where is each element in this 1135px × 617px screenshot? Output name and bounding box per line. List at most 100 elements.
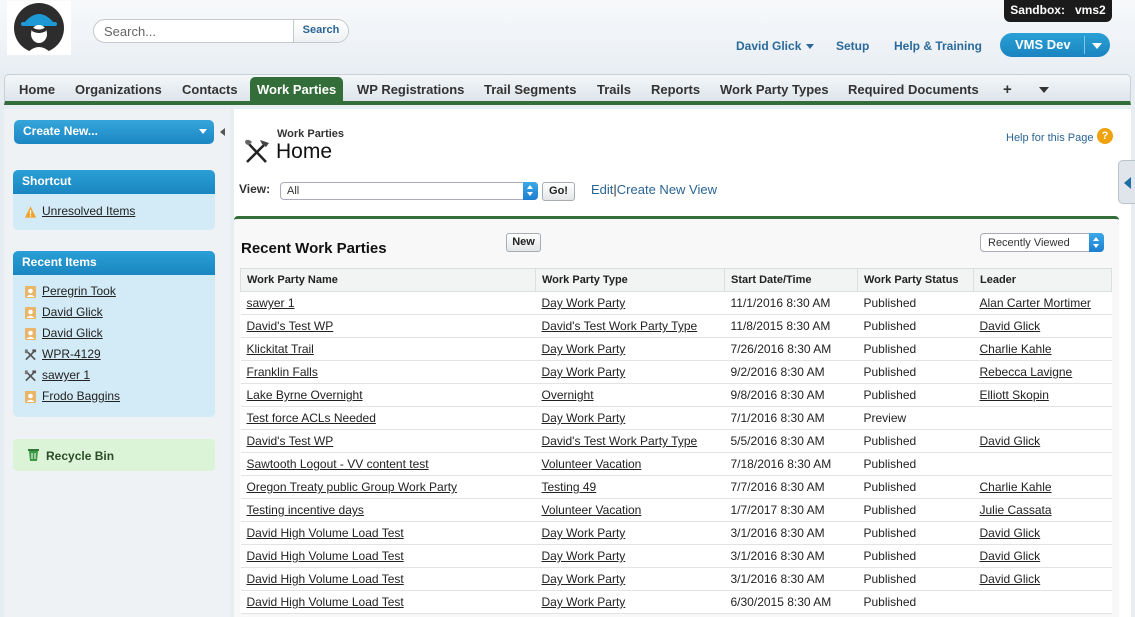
recent-item-link[interactable]: WPR-4129: [42, 347, 101, 361]
help-question-icon[interactable]: ?: [1097, 128, 1113, 144]
column-header[interactable]: Work Party Status: [857, 268, 974, 292]
work-party-link[interactable]: David High Volume Load Test: [247, 595, 404, 609]
recent-item-link[interactable]: sawyer 1: [42, 368, 90, 382]
table-cell: Day Work Party: [535, 590, 725, 614]
tab-reports[interactable]: Reports: [651, 75, 700, 102]
work-party-type-link[interactable]: Overnight: [542, 388, 594, 402]
table-cell: David High Volume Load Test: [240, 521, 536, 545]
table-cell: 6/30/2015 8:30 AM: [724, 590, 858, 614]
recycle-bin[interactable]: Recycle Bin: [13, 439, 215, 471]
column-header[interactable]: Leader: [973, 268, 1112, 292]
collapse-sidebar-icon[interactable]: [220, 128, 225, 136]
leader-link[interactable]: Rebecca Lavigne: [980, 365, 1073, 379]
leader-link[interactable]: Charlie Kahle: [980, 342, 1052, 356]
start-date-value: 5/5/2016 8:30 AM: [730, 434, 825, 448]
table-cell: Testing 49: [535, 475, 725, 499]
tab-organizations[interactable]: Organizations: [75, 75, 162, 102]
user-menu[interactable]: David Glick: [736, 39, 815, 53]
table-cell: David High Volume Load Test: [240, 590, 536, 614]
recent-item-link[interactable]: David Glick: [42, 326, 103, 340]
leader-link[interactable]: David Glick: [980, 572, 1041, 586]
sort-select[interactable]: Recently Viewed: [980, 233, 1104, 252]
leader-link[interactable]: Julie Cassata: [980, 503, 1052, 517]
work-party-link[interactable]: David High Volume Load Test: [247, 549, 404, 563]
select-arrows-icon: [1089, 233, 1104, 252]
recent-item-link[interactable]: Peregrin Took: [42, 284, 116, 298]
tab-required-documents[interactable]: Required Documents: [848, 75, 979, 102]
view-select[interactable]: All: [280, 182, 538, 200]
tab-trails[interactable]: Trails: [597, 75, 631, 102]
table-cell: Day Work Party: [535, 544, 725, 568]
work-party-type-link[interactable]: Day Work Party: [542, 411, 626, 425]
tab-work-parties[interactable]: Work Parties: [250, 77, 344, 103]
leader-link[interactable]: Alan Carter Mortimer: [980, 296, 1091, 310]
work-party-link[interactable]: Franklin Falls: [247, 365, 318, 379]
table-cell: Published: [857, 360, 974, 384]
header: Search Sandbox: vms2 David Glick Setup H…: [0, 0, 1135, 74]
table-cell: 9/2/2016 8:30 AM: [724, 360, 858, 384]
search-input[interactable]: [94, 20, 294, 42]
work-party-link[interactable]: Testing incentive days: [247, 503, 364, 517]
work-party-link[interactable]: Lake Byrne Overnight: [247, 388, 363, 402]
recent-items-title: Recent Items: [13, 251, 215, 275]
more-tabs-chevron-icon[interactable]: [1039, 87, 1049, 93]
column-header[interactable]: Work Party Type: [535, 268, 725, 292]
work-party-link[interactable]: David's Test WP: [247, 319, 334, 333]
work-party-link[interactable]: Klickitat Trail: [247, 342, 314, 356]
work-party-type-link[interactable]: Day Work Party: [542, 365, 626, 379]
table-cell: Franklin Falls: [240, 360, 536, 384]
unresolved-items-link[interactable]: Unresolved Items: [42, 204, 135, 218]
tab-contacts[interactable]: Contacts: [182, 75, 238, 102]
recent-item-link[interactable]: Frodo Baggins: [42, 389, 120, 403]
help-for-page-link[interactable]: Help for this Page: [1006, 132, 1093, 144]
work-party-type-link[interactable]: Day Work Party: [542, 342, 626, 356]
column-header[interactable]: Work Party Name: [240, 268, 536, 292]
work-party-type-link[interactable]: Day Work Party: [542, 526, 626, 540]
tab-home[interactable]: Home: [19, 75, 55, 102]
leader-link[interactable]: David Glick: [980, 434, 1041, 448]
tab-trail-segments[interactable]: Trail Segments: [484, 75, 576, 102]
work-party-type-link[interactable]: Day Work Party: [542, 572, 626, 586]
leader-link[interactable]: David Glick: [980, 319, 1041, 333]
help-training-link[interactable]: Help & Training: [894, 39, 982, 53]
search-button[interactable]: Search: [293, 20, 348, 42]
expand-side-panel-handle[interactable]: [1118, 160, 1135, 204]
work-party-link[interactable]: Oregon Treaty public Group Work Party: [247, 480, 458, 494]
work-party-type-link[interactable]: Day Work Party: [542, 549, 626, 563]
app-menu-button[interactable]: VMS Dev: [1000, 33, 1110, 57]
work-parties-tools-icon: [245, 139, 269, 163]
new-button[interactable]: New: [506, 233, 541, 252]
work-party-type-link[interactable]: Volunteer Vacation: [542, 457, 642, 471]
recent-item-link[interactable]: David Glick: [42, 305, 103, 319]
create-new-view-link[interactable]: Create New View: [617, 182, 717, 197]
leader-link[interactable]: Elliott Skopin: [980, 388, 1049, 402]
leader-link[interactable]: David Glick: [980, 526, 1041, 540]
tab-wp-registrations[interactable]: WP Registrations: [357, 75, 464, 102]
work-party-type-link[interactable]: Day Work Party: [542, 595, 626, 609]
work-party-type-link[interactable]: Volunteer Vacation: [542, 503, 642, 517]
leader-link[interactable]: David Glick: [980, 549, 1041, 563]
work-party-link[interactable]: David's Test WP: [247, 434, 334, 448]
work-party-type-link[interactable]: David's Test Work Party Type: [542, 434, 698, 448]
go-button[interactable]: Go!: [542, 182, 575, 201]
table-cell: [973, 590, 1112, 614]
table-cell: Day Work Party: [535, 521, 725, 545]
setup-link[interactable]: Setup: [836, 39, 869, 53]
work-party-link[interactable]: Sawtooth Logout - VV content test: [247, 457, 429, 471]
leader-link[interactable]: Charlie Kahle: [980, 480, 1052, 494]
tab-all-tabs-plus[interactable]: +: [1003, 75, 1012, 102]
edit-view-link[interactable]: Edit: [591, 182, 613, 197]
work-party-link[interactable]: David High Volume Load Test: [247, 526, 404, 540]
table-cell: Volunteer Vacation: [535, 452, 725, 476]
tab-work-party-types[interactable]: Work Party Types: [720, 75, 829, 102]
work-party-type-link[interactable]: Testing 49: [542, 480, 597, 494]
logo[interactable]: [7, 1, 71, 55]
work-party-link[interactable]: sawyer 1: [247, 296, 295, 310]
create-new-button[interactable]: Create New...: [14, 120, 214, 144]
work-party-link[interactable]: Test force ACLs Needed: [247, 411, 376, 425]
work-party-type-link[interactable]: Day Work Party: [542, 296, 626, 310]
table-cell: Charlie Kahle: [973, 337, 1112, 361]
work-party-type-link[interactable]: David's Test Work Party Type: [542, 319, 698, 333]
column-header[interactable]: Start Date/Time: [724, 268, 858, 292]
work-party-link[interactable]: David High Volume Load Test: [247, 572, 404, 586]
